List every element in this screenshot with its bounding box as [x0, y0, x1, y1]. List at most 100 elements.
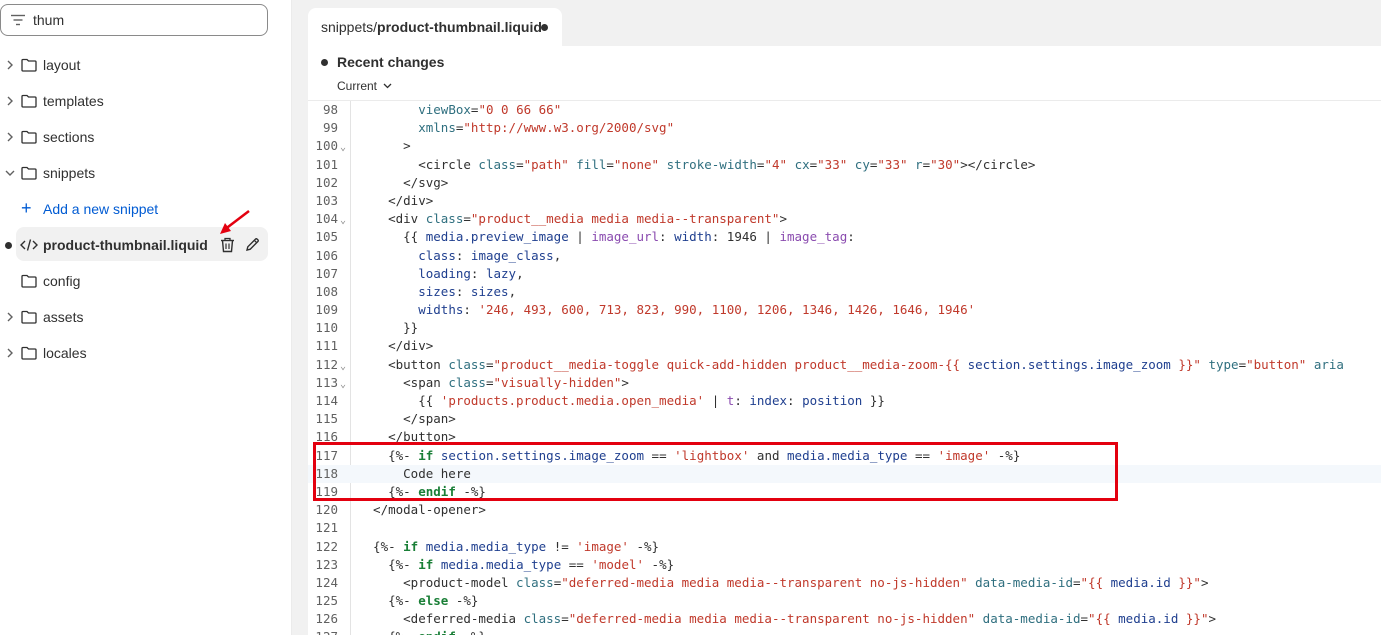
code-line[interactable]: 99 xmlns="http://www.w3.org/2000/svg"	[308, 119, 1381, 137]
code-text: {%- if media.media_type == 'model' -%}	[358, 556, 675, 572]
code-text: </svg>	[358, 174, 449, 190]
pencil-icon[interactable]	[245, 237, 260, 252]
code-line[interactable]: 125 {%- else -%}	[308, 592, 1381, 610]
line-number: 126	[315, 611, 338, 627]
code-line[interactable]: 126 <deferred-media class="deferred-medi…	[308, 610, 1381, 628]
folder-label: sections	[43, 129, 95, 145]
code-line[interactable]: 122 {%- if media.media_type != 'image' -…	[308, 538, 1381, 556]
code-text: <deferred-media class="deferred-media me…	[358, 611, 1217, 627]
folder-icon	[21, 94, 37, 108]
code-line[interactable]: 106 class: image_class,	[308, 247, 1381, 265]
folder-icon	[21, 130, 37, 144]
code-line[interactable]: 123 {%- if media.media_type == 'model' -…	[308, 556, 1381, 574]
code-line[interactable]: 102 </svg>	[308, 174, 1381, 192]
code-line[interactable]: 110 }}	[308, 319, 1381, 337]
folder-label: layout	[43, 57, 81, 73]
version-label: Current	[337, 79, 378, 93]
line-number: 98	[322, 102, 338, 117]
line-number: 100	[315, 138, 338, 154]
code-line[interactable]: 117 {%- if section.settings.image_zoom =…	[308, 447, 1381, 465]
code-line[interactable]: 127 {%- endif -%}	[308, 628, 1381, 635]
code-text: </modal-opener>	[358, 502, 486, 518]
line-number: 117	[315, 447, 338, 463]
folder-snippets[interactable]: snippets	[0, 155, 292, 191]
code-line[interactable]: 119 {%- endif -%}	[308, 483, 1381, 501]
code-text: <product-model class="deferred-media med…	[358, 574, 1209, 590]
add-snippet-label: Add a new snippet	[43, 201, 159, 217]
folder-label: snippets	[43, 165, 96, 181]
code-text: {%- endif -%}	[358, 483, 486, 499]
code-line[interactable]: 118 Code here	[308, 464, 1381, 483]
code-text: <span class="visually-hidden">	[358, 374, 629, 390]
trash-icon[interactable]	[220, 237, 235, 253]
code-text: class: image_class,	[418, 247, 562, 263]
line-number: 118	[315, 465, 338, 481]
code-line[interactable]: 120 </modal-opener>	[308, 501, 1381, 519]
code-line[interactable]: 121	[308, 519, 1381, 537]
chevron-right-icon[interactable]	[5, 348, 15, 358]
code-line[interactable]: 111 </div>	[308, 337, 1381, 355]
recent-changes: Recent changes	[321, 54, 444, 70]
code-line[interactable]: 112 ⌄ <button class="product__media-toggl…	[308, 356, 1381, 374]
line-number: 120	[315, 502, 338, 518]
code-line[interactable]: 103 </div>	[308, 192, 1381, 210]
code-line[interactable]: 109 widths: '246, 493, 600, 713, 823, 99…	[308, 301, 1381, 319]
file-sidebar: layout templates sections snippets + Add…	[0, 0, 292, 635]
code-line[interactable]: 124 <product-model class="deferred-media…	[308, 574, 1381, 592]
folder-locales[interactable]: locales	[0, 335, 292, 371]
chevron-right-icon[interactable]	[5, 132, 15, 142]
folder-templates[interactable]: templates	[0, 83, 292, 119]
code-text: </div>	[358, 192, 434, 208]
folder-label: assets	[43, 309, 84, 325]
code-text: <div class="product__media media media--…	[358, 211, 787, 227]
folder-label: templates	[43, 93, 104, 109]
line-number: 121	[315, 520, 338, 536]
folder-assets[interactable]: assets	[0, 299, 292, 335]
folder-icon	[21, 346, 37, 360]
folder-sections[interactable]: sections	[0, 119, 292, 155]
code-line[interactable]: 101 <circle class="path" fill="none" str…	[308, 156, 1381, 174]
code-line[interactable]: 98 viewBox="0 0 66 66"	[308, 101, 1381, 119]
code-editor[interactable]: 98 viewBox="0 0 66 66" 99 xmlns="http://w…	[308, 100, 1381, 635]
code-line[interactable]: 114 {{ 'products.product.media.open_medi…	[308, 392, 1381, 410]
code-line[interactable]: 115 </span>	[308, 410, 1381, 428]
file-search[interactable]	[0, 4, 268, 36]
unsaved-dot	[5, 242, 12, 249]
unsaved-indicator[interactable]	[541, 24, 548, 31]
code-line[interactable]: 107 loading: lazy,	[308, 265, 1381, 283]
code-line[interactable]: 100 ⌄ >	[308, 137, 1381, 155]
code-line[interactable]: 104 ⌄ <div class="product__media media me…	[308, 210, 1381, 228]
line-number: 101	[315, 156, 338, 172]
chevron-right-icon[interactable]	[5, 96, 15, 106]
search-input[interactable]	[33, 12, 253, 28]
code-text: Code here	[358, 465, 471, 481]
code-text: }}	[358, 320, 419, 336]
folder-config[interactable]: config	[0, 263, 292, 299]
line-number: 127	[308, 628, 338, 635]
annotation-arrow-icon	[220, 210, 250, 234]
folder-layout[interactable]: layout	[0, 47, 292, 83]
code-text: xmlns="http://www.w3.org/2000/svg"	[418, 120, 675, 136]
code-text: sizes: sizes,	[418, 283, 517, 299]
chevron-right-icon[interactable]	[5, 60, 15, 70]
line-number: 114	[315, 393, 338, 408]
code-text: {{ 'products.product.media.open_media' |…	[358, 393, 885, 408]
tab-path-prefix: snippets/	[321, 19, 378, 35]
editor-area: snippets/product-thumbnail.liquid Recent…	[292, 0, 1381, 635]
chevron-down-icon[interactable]	[5, 168, 15, 178]
recent-changes-dot	[321, 58, 328, 66]
code-text: </button>	[358, 429, 456, 445]
code-line[interactable]: 105 {{ media.preview_image | image_url: …	[308, 228, 1381, 246]
tab-product-thumbnail[interactable]: snippets/product-thumbnail.liquid	[308, 8, 562, 46]
code-line[interactable]: 113 ⌄ <span class="visually-hidden">	[308, 374, 1381, 392]
code-lines[interactable]: 98 viewBox="0 0 66 66" 99 xmlns="http://w…	[308, 101, 1381, 635]
code-line[interactable]: 116 </button>	[308, 428, 1381, 446]
code-text: {%- if section.settings.image_zoom == 'l…	[358, 447, 1021, 463]
code-text: <button class="product__media-toggle qui…	[358, 356, 1344, 372]
code-text: widths: '246, 493, 600, 713, 823, 990, 1…	[418, 302, 976, 318]
folder-icon	[21, 274, 37, 288]
chevron-right-icon[interactable]	[5, 312, 15, 322]
version-dropdown[interactable]: Current	[337, 79, 392, 93]
code-line[interactable]: 108 sizes: sizes,	[308, 283, 1381, 301]
code-text: </span>	[358, 411, 456, 427]
